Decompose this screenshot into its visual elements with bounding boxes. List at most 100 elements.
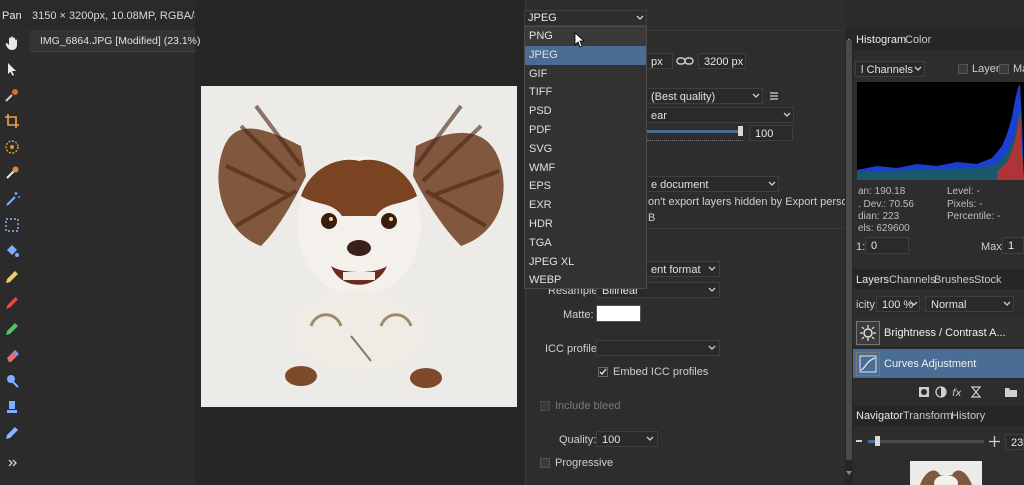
width-unit-field[interactable]: px — [645, 53, 673, 69]
embed-icc-label: Embed ICC profiles — [613, 366, 709, 378]
format-option-wmf[interactable]: WMF — [525, 159, 646, 178]
format-option-jpeg[interactable]: JPEG — [525, 45, 646, 65]
crop-icon[interactable] — [3, 112, 21, 130]
preset-text: ent format — [651, 264, 701, 276]
adjustment-icon[interactable] — [935, 386, 947, 398]
zoom-slider-track[interactable] — [868, 440, 984, 443]
scroll-down-icon[interactable] — [846, 467, 852, 475]
histogram-std-dev: . Dev.: 70.56 — [858, 199, 914, 210]
brightness-icon — [856, 321, 880, 345]
color-picker-icon[interactable] — [3, 86, 21, 104]
hourglass-icon[interactable] — [970, 386, 982, 398]
fx-icon[interactable]: fx — [952, 386, 966, 399]
flood-select-icon[interactable] — [3, 164, 21, 182]
histogram-percentile: Percentile: - — [947, 211, 1001, 222]
checkmark-icon — [599, 368, 607, 376]
ma-checkbox[interactable] — [999, 64, 1009, 74]
height-field[interactable]: 3200 px — [698, 53, 746, 69]
format-option-webp[interactable]: WEBP — [525, 271, 646, 290]
quality-label: Quality: — [559, 434, 597, 446]
retouch-brush-icon[interactable] — [3, 424, 21, 442]
navigator-thumbnail[interactable] — [910, 461, 982, 485]
include-bleed-label: Include bleed — [555, 400, 621, 412]
layer-row[interactable]: Brightness / Contrast A... — [853, 318, 1024, 348]
quality-slider-handle[interactable] — [738, 126, 743, 136]
zoom-slider-handle[interactable] — [875, 436, 880, 446]
max-field[interactable]: 1 — [1002, 237, 1024, 254]
format-option-tga[interactable]: TGA — [525, 234, 646, 253]
quality-slider-value-text: 100 — [755, 128, 774, 140]
embed-icc-checkbox[interactable] — [598, 367, 608, 377]
dialog-scrollbar[interactable] — [845, 30, 853, 485]
include-bleed-checkbox[interactable] — [540, 401, 550, 411]
tab-navigator[interactable]: Navigator — [856, 410, 903, 422]
height-value-text: 3200 px — [704, 56, 744, 68]
quality-slider-value[interactable]: 100 — [749, 125, 793, 141]
format-option-gif[interactable]: GIF — [525, 65, 646, 84]
blend-mode-select[interactable]: Normal — [925, 296, 1014, 312]
dodge-icon[interactable] — [3, 372, 21, 390]
dog-painting-image — [201, 86, 517, 407]
clone-brush-icon[interactable] — [3, 320, 21, 338]
resample-method-select[interactable]: ear — [645, 107, 794, 123]
folder-icon[interactable] — [1004, 386, 1018, 398]
menu-lines-icon[interactable] — [769, 91, 779, 101]
format-option-hdr[interactable]: HDR — [525, 215, 646, 234]
tab-stock[interactable]: Stock — [974, 274, 1002, 286]
progressive-checkbox[interactable] — [540, 458, 550, 468]
layer-row-selected[interactable]: Curves Adjustment — [853, 349, 1024, 379]
move-pointer-icon[interactable] — [3, 60, 21, 78]
tab-brushes[interactable]: Brushes — [934, 274, 974, 286]
tab-histogram[interactable]: Histogram — [856, 34, 906, 46]
eraser-icon[interactable] — [3, 346, 21, 364]
format-option-eps[interactable]: EPS — [525, 177, 646, 196]
progressive-label: Progressive — [555, 457, 614, 469]
blend-mode-text: Normal — [931, 299, 967, 311]
chevron-down-icon — [708, 345, 716, 350]
tab-history[interactable]: History — [951, 410, 985, 422]
format-option-psd[interactable]: PSD — [525, 102, 646, 121]
icc-profile-label: ICC profile: — [545, 343, 601, 355]
chevron-down-icon — [910, 301, 918, 306]
more-tools-icon[interactable] — [3, 454, 21, 472]
scroll-thumb[interactable] — [846, 40, 852, 460]
paint-brush-icon[interactable] — [3, 268, 21, 286]
magic-wand-icon[interactable] — [3, 190, 21, 208]
tab-layers[interactable]: Layers — [856, 274, 889, 286]
hand-icon[interactable] — [3, 34, 21, 52]
link-dimensions-icon[interactable] — [676, 54, 694, 68]
format-option-svg[interactable]: SVG — [525, 140, 646, 159]
tab-transform[interactable]: Transform — [903, 410, 953, 422]
histogram-level: Level: - — [947, 186, 980, 197]
smudge-icon[interactable] — [3, 398, 21, 416]
zoom-out-icon[interactable] — [856, 440, 862, 442]
histogram-mean: an: 190.18 — [858, 186, 906, 197]
quality-slider-track[interactable] — [647, 130, 743, 133]
chevron-down-icon — [708, 266, 716, 271]
chevron-down-icon — [1003, 301, 1011, 306]
max-value-text: 1 — [1008, 240, 1015, 252]
zoom-in-icon[interactable] — [989, 436, 1000, 447]
format-option-pdf[interactable]: PDF — [525, 121, 646, 140]
icc-profile-select[interactable] — [596, 340, 720, 356]
format-option-exr[interactable]: EXR — [525, 196, 646, 215]
tab-color[interactable]: Color — [905, 34, 931, 46]
svg-text:fx: fx — [952, 388, 962, 398]
mask-icon[interactable] — [918, 386, 930, 398]
fill-bucket-icon[interactable] — [3, 242, 21, 260]
quality-value-text: 100 — [602, 434, 621, 446]
marquee-icon[interactable] — [3, 216, 21, 234]
layer-checkbox[interactable] — [958, 64, 968, 74]
format-option-tiff[interactable]: TIFF — [525, 83, 646, 102]
document-image[interactable] — [201, 86, 517, 407]
tab-channels[interactable]: Channels — [889, 274, 935, 286]
min-field[interactable]: 0 — [865, 237, 909, 254]
current-tool-label: Pan — [2, 10, 22, 22]
pencil-icon[interactable] — [3, 294, 21, 312]
matte-color-swatch[interactable] — [596, 305, 641, 322]
format-option-jpeg-xl[interactable]: JPEG XL — [525, 253, 646, 272]
zoom-value-field[interactable]: 23 — [1005, 434, 1024, 450]
resample-quality-select[interactable]: (Best quality) — [645, 88, 763, 104]
selection-brush-icon[interactable] — [3, 138, 21, 156]
export-area-select[interactable]: e document — [645, 176, 779, 192]
